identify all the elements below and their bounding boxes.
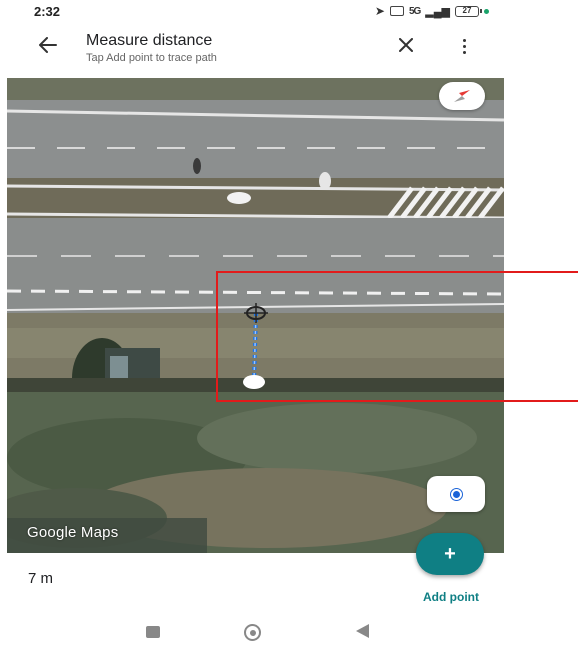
home-icon[interactable] [244,624,261,641]
more-vert-icon [462,38,466,42]
system-nav-bar [0,618,579,647]
more-options-button[interactable] [452,33,476,59]
privacy-indicator-icon [484,8,489,14]
hd-icon [389,6,404,16]
status-bar: 2:32 ➤ 5G ▂▄▆ 27 [0,0,579,24]
my-location-button[interactable] [427,476,485,512]
map-view[interactable]: Google Maps [7,78,504,553]
my-location-icon [450,488,462,500]
page-title: Measure distance [86,32,213,49]
recent-apps-icon[interactable] [146,626,160,638]
distance-readout: 7 m [28,570,54,587]
google-maps-logo: Google Maps [27,524,119,541]
close-icon [399,38,413,52]
cell-signal-icon: ▂▄▆ [425,5,450,18]
arrow-back-icon [39,37,57,53]
status-time: 2:32 [34,4,61,19]
plus-icon: + [444,542,456,565]
navigation-arrow-icon: ➤ [374,4,385,18]
back-button[interactable] [34,31,62,59]
top-app-bar: Measure distance Tap Add point to trace … [0,28,579,72]
battery-icon: 27 [455,5,482,17]
add-point-label[interactable]: Add point [413,590,489,604]
compass-icon [454,90,470,102]
compass-button[interactable] [439,82,485,110]
crosshair-icon [244,303,268,323]
battery-level: 27 [462,5,472,15]
page-subtitle: Tap Add point to trace path [86,52,217,64]
status-icons: ➤ 5G ▂▄▆ 27 [375,4,489,18]
network-type: 5G [408,5,421,17]
add-point-button[interactable]: + [416,533,484,575]
close-button[interactable] [392,31,420,59]
nav-back-icon[interactable] [356,624,369,638]
